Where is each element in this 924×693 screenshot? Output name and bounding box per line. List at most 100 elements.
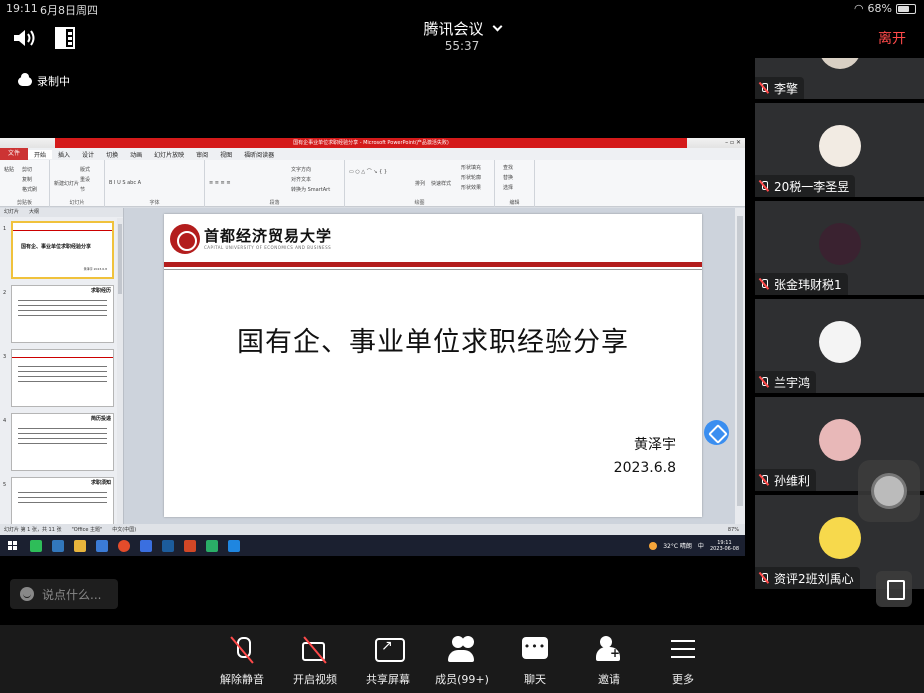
slide-thumbnail-pane: 幻灯片 大纲 1 国有企、事业单位求职经验分享 黄泽宇 2023.6.8 2 求… [0,208,124,535]
shape-fill-button[interactable]: 形状填充 [461,164,481,171]
participant-name: 李擎 [774,81,799,96]
group-name-clipboard: 剪贴板 [16,200,32,206]
shapes-gallery[interactable]: ▭ ○ △ ⌒ ↘ { } [349,168,387,175]
wechat-icon[interactable] [206,539,218,552]
reset-button[interactable]: 重设 [80,176,90,183]
slide-thumbnail-3[interactable] [11,349,114,407]
font-format-buttons[interactable]: B I U S abc A [109,180,141,186]
layout-button[interactable]: 版式 [80,166,90,173]
members-label: 成员(99+) [435,673,489,686]
menu-view[interactable]: 视图 [214,150,238,159]
slide-thumbnail-2[interactable]: 求职经历 [11,285,114,343]
thumb-scrollbar[interactable] [117,218,123,524]
new-slide-button[interactable]: 新建幻灯片 [54,180,79,187]
windows-taskbar: 32°C 晴朗 中 19:11 2023-06-08 [0,535,745,556]
unmute-button[interactable]: 解除静音 [202,631,282,687]
shape-outline-button[interactable]: 形状轮廓 [461,174,481,181]
avatar [819,223,861,265]
edit-annotate-icon[interactable] [876,571,912,607]
weather-text[interactable]: 32°C 晴朗 [663,541,692,550]
cut-button[interactable]: 剪切 [22,166,32,173]
find-button[interactable]: 查找 [503,164,513,171]
menu-insert[interactable]: 插入 [52,150,76,159]
window-controls[interactable]: – ▫ ✕ [725,139,741,146]
mail-icon[interactable] [96,539,108,552]
paragraph-align-buttons[interactable]: ≡ ≡ ≡ ≡ [209,180,231,186]
more-icon [668,635,698,665]
chat-button[interactable]: 聊天 [495,631,575,687]
app-blue-icon[interactable] [140,539,152,552]
menu-design[interactable]: 设计 [76,150,100,159]
ios-status-bar: 19:11 6月8日周四 ◠ 68% [0,0,924,18]
edge-icon[interactable] [52,539,64,552]
menu-review[interactable]: 审阅 [190,150,214,159]
file-explorer-icon[interactable] [74,539,86,552]
avatar [819,58,861,69]
tab-outline[interactable]: 大纲 [29,208,39,217]
menu-file[interactable]: 文件 [0,148,29,160]
paste-button[interactable]: 粘贴 [4,166,14,173]
members-button[interactable]: 成员(99+) [422,631,502,687]
slide-red-bar [164,262,702,267]
section-button[interactable]: 节 [80,186,85,193]
quick-styles-button[interactable]: 快速样式 [431,180,451,187]
floating-assistant-icon[interactable] [704,420,729,445]
participant-tile[interactable]: 兰宇鸿 [755,299,924,393]
menu-transitions[interactable]: 切换 [100,150,124,159]
copy-button[interactable]: 复制 [22,176,32,183]
thumb-number: 2 [3,290,7,296]
group-name-editing: 编辑 [509,200,520,206]
chat-quick-input[interactable]: 说点什么... [10,579,118,609]
powerpoint-window: 国有企事业单位求职经验分享 - Microsoft PowerPoint(产品激… [0,138,745,556]
emoji-icon[interactable] [20,587,34,601]
tab-slides[interactable]: 幻灯片 [4,208,19,217]
slide-thumbnail-4[interactable]: 简历投递 [11,413,114,471]
menu-foxit[interactable]: 福昕阅读器 [238,150,280,159]
wifi-icon: ◠ [853,2,864,15]
zoom-level[interactable]: 87% [728,527,745,533]
windows-start-icon[interactable] [8,541,17,550]
replace-button[interactable]: 替换 [503,174,513,181]
thumb-title: 国有企、事业单位求职经验分享 [21,244,92,250]
participant-panel: 李擎 20税一李圣昱 张金玮财税1 兰宇鸿 孙维利 资评2班刘禹心 [752,58,924,625]
powerpoint-icon[interactable] [184,539,196,552]
menu-home[interactable]: 开始 [28,149,53,159]
more-button[interactable]: 更多 [643,631,723,687]
meeting-title[interactable]: 腾讯会议 [0,18,924,39]
format-painter-button[interactable]: 格式刷 [22,186,37,193]
select-button[interactable]: 选择 [503,184,513,191]
leave-button[interactable]: 离开 [878,28,906,48]
participant-tile[interactable]: 李擎 [755,58,924,99]
invite-label: 邀请 [598,673,620,686]
participant-tile[interactable]: 张金玮财税1 [755,201,924,295]
share-screen-button[interactable]: 共享屏幕 [348,631,428,687]
text-direction-button[interactable]: 文字方向 [291,166,311,173]
current-slide[interactable]: 首都经济贸易大学 CAPITAL UNIVERSITY OF ECONOMICS… [164,214,702,517]
ribbon-group-clipboard: 粘贴 剪切 复制 格式刷 剪贴板 [0,160,50,207]
participant-name: 孙维利 [774,473,811,488]
smartart-button[interactable]: 转换为 SmartArt [291,186,330,193]
thumb-number: 1 [3,226,7,232]
align-text-button[interactable]: 对齐文本 [291,176,311,183]
recording-indicator: 录制中 [18,72,70,89]
taskbar-clock[interactable]: 19:11 2023-06-08 [710,540,739,552]
steam-icon[interactable] [162,539,174,552]
invite-button[interactable]: 邀请 [569,631,649,687]
slide-thumbnail-1[interactable]: 国有企、事业单位求职经验分享 黄泽宇 2023.6.8 [11,221,114,279]
arrange-button[interactable]: 排列 [415,180,425,187]
ime-indicator[interactable]: 中 [698,541,704,550]
shape-effects-button[interactable]: 形状效果 [461,184,481,191]
participant-tile[interactable]: 20税一李圣昱 [755,103,924,197]
assistive-touch-button[interactable] [858,460,920,522]
thumb-number: 5 [3,482,7,488]
start-video-button[interactable]: 开启视频 [275,631,355,687]
menu-slideshow[interactable]: 幻灯片放映 [148,150,190,159]
app-360-icon[interactable] [30,539,42,552]
tencent-meeting-icon[interactable] [228,539,240,552]
slide-scrollbar[interactable] [735,208,745,524]
slide-scroll-thumb[interactable] [737,216,743,506]
chrome-icon[interactable] [118,539,130,552]
camera-off-icon [300,635,330,665]
thumb-scroll-thumb[interactable] [118,224,122,294]
menu-animations[interactable]: 动画 [124,150,148,159]
